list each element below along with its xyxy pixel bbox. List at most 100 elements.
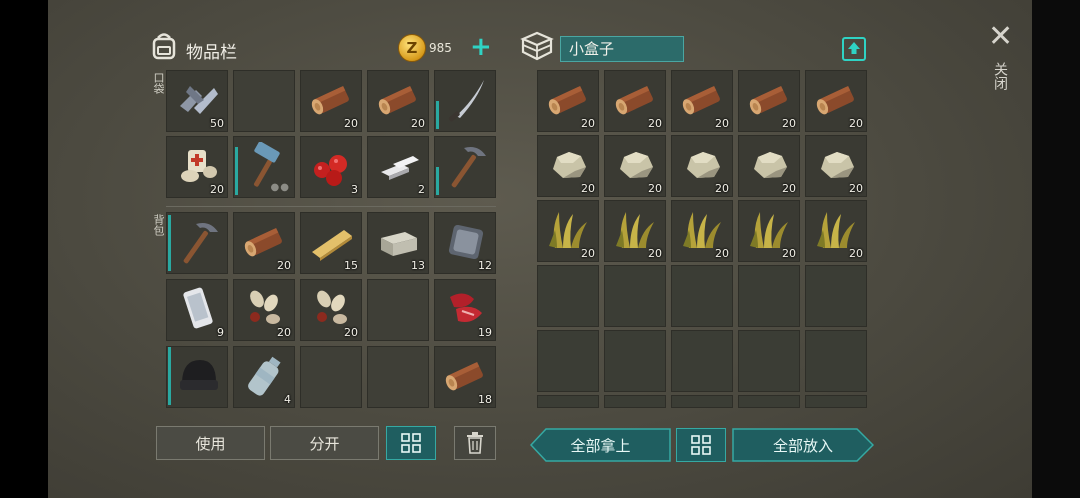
inventory-slot[interactable] (738, 395, 800, 408)
machete-icon (448, 80, 484, 122)
inventory-slot[interactable] (166, 212, 228, 274)
inventory-slot[interactable]: 20 (367, 70, 429, 132)
item-count: 20 (344, 326, 358, 339)
inventory-slot[interactable] (671, 265, 733, 327)
item-count: 20 (277, 259, 291, 272)
inventory-slot[interactable] (738, 330, 800, 392)
take-all-button[interactable]: 全部拿上 (530, 428, 671, 462)
inventory-slot[interactable] (738, 265, 800, 327)
coin-icon: Z (398, 34, 426, 62)
inventory-slot[interactable]: 20 (805, 135, 867, 197)
upload-button[interactable] (842, 37, 866, 61)
durability-bar (168, 215, 171, 271)
item-count: 3 (351, 183, 358, 196)
backpack-icon (148, 30, 180, 62)
durability-bar (168, 347, 171, 405)
inventory-slot[interactable]: 20 (738, 70, 800, 132)
inventory-slot[interactable]: 19 (434, 279, 496, 341)
inventory-title: 物品栏 (186, 43, 237, 63)
inventory-slot[interactable]: 20 (805, 70, 867, 132)
container-sort-button[interactable] (676, 428, 726, 462)
box-icon (520, 30, 554, 62)
inventory-slot[interactable] (671, 330, 733, 392)
phone-icon (183, 287, 213, 329)
inventory-slot[interactable]: 13 (367, 212, 429, 274)
inventory-slot[interactable]: 20 (166, 136, 228, 198)
inventory-slot[interactable]: 20 (738, 200, 800, 262)
container-name-field[interactable]: 小盒子 (560, 36, 684, 62)
inventory-slot[interactable]: 20 (604, 135, 666, 197)
item-count: 18 (478, 393, 492, 406)
sort-button[interactable] (386, 426, 436, 460)
close-label[interactable]: 关闭 (990, 62, 1010, 90)
inventory-slot[interactable]: 20 (604, 70, 666, 132)
inventory-slot[interactable] (805, 395, 867, 408)
ammo-dots: ●● (270, 182, 290, 193)
inventory-screen: 物品栏 Z 985 + 小盒子 口袋 背包 50 20 20 20 ●● 3 2 20 15 1… (48, 0, 1032, 498)
inventory-slot[interactable]: 20 (671, 200, 733, 262)
inventory-slot[interactable]: 20 (233, 279, 295, 341)
inventory-slot[interactable] (537, 330, 599, 392)
item-count: 20 (849, 182, 863, 195)
inventory-slot[interactable] (367, 279, 429, 341)
inventory-slot[interactable] (367, 346, 429, 408)
split-button[interactable]: 分开 (270, 426, 379, 460)
item-count: 20 (849, 117, 863, 130)
inventory-slot[interactable] (233, 70, 295, 132)
grid-icon (691, 435, 711, 455)
close-button[interactable]: ✕ (988, 22, 1013, 52)
durability-bar (436, 101, 439, 129)
inventory-slot[interactable]: 50 (166, 70, 228, 132)
item-count: 20 (648, 247, 662, 260)
inventory-slot[interactable]: 20 (300, 70, 362, 132)
inventory-slot[interactable] (671, 395, 733, 408)
inventory-slot[interactable]: 20 (805, 200, 867, 262)
trash-icon (467, 432, 483, 454)
water-bottle-icon (248, 356, 281, 396)
inventory-slot[interactable]: 12 (434, 212, 496, 274)
coin-count: 985 (429, 41, 452, 55)
item-count: 4 (284, 393, 291, 406)
pickaxe-icon (451, 147, 486, 188)
inventory-slot[interactable]: 20 (671, 135, 733, 197)
item-count: 20 (648, 117, 662, 130)
inventory-slot[interactable]: 20 (537, 200, 599, 262)
beanie-hat-icon (180, 360, 218, 390)
pickaxe-icon (183, 223, 218, 264)
inventory-slot[interactable]: 20 (537, 70, 599, 132)
item-count: 15 (344, 259, 358, 272)
inventory-slot[interactable]: 20 (537, 135, 599, 197)
delete-button[interactable] (454, 426, 496, 460)
item-count: 20 (581, 182, 595, 195)
inventory-slot[interactable]: 2 (367, 136, 429, 198)
inventory-slot[interactable] (166, 346, 228, 408)
inventory-slot[interactable]: 20 (604, 200, 666, 262)
inventory-slot[interactable]: 20 (300, 279, 362, 341)
inventory-slot[interactable] (604, 395, 666, 408)
use-button[interactable]: 使用 (156, 426, 265, 460)
inventory-slot[interactable] (434, 136, 496, 198)
inventory-slot[interactable] (805, 330, 867, 392)
inventory-slot[interactable]: 3 (300, 136, 362, 198)
inventory-slot[interactable]: 4 (233, 346, 295, 408)
inventory-slot[interactable] (537, 395, 599, 408)
inventory-slot[interactable] (805, 265, 867, 327)
inventory-slot[interactable]: 18 (434, 346, 496, 408)
put-all-button[interactable]: 全部放入 (732, 428, 874, 462)
put-all-label: 全部放入 (772, 436, 833, 455)
inventory-slot[interactable] (604, 330, 666, 392)
add-coins-button[interactable]: + (470, 34, 492, 60)
inventory-slot[interactable]: 20 (671, 70, 733, 132)
arrow-up-icon (848, 42, 860, 54)
item-count: 20 (849, 247, 863, 260)
inventory-slot[interactable] (300, 346, 362, 408)
inventory-slot[interactable]: 9 (166, 279, 228, 341)
inventory-slot[interactable]: 20 (738, 135, 800, 197)
inventory-slot[interactable]: ●● (233, 136, 295, 198)
inventory-slot[interactable] (434, 70, 496, 132)
inventory-slot[interactable] (604, 265, 666, 327)
pocket-label: 口袋 (152, 72, 165, 94)
inventory-slot[interactable] (537, 265, 599, 327)
inventory-slot[interactable]: 20 (233, 212, 295, 274)
inventory-slot[interactable]: 15 (300, 212, 362, 274)
